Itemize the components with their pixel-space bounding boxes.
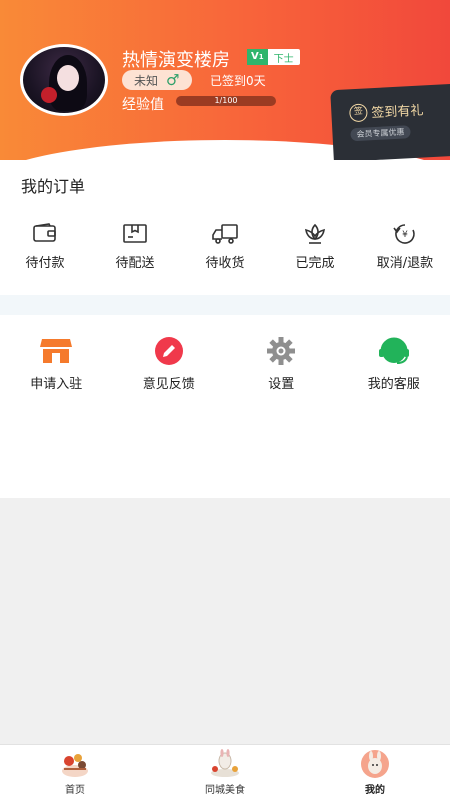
order-label: 待收货 — [205, 256, 245, 271]
wallet-icon — [33, 223, 56, 242]
checkin-title: 签到有礼 — [371, 103, 424, 122]
username: 热情演变楼房 — [122, 50, 230, 71]
tab-food[interactable]: 同城美食 — [150, 745, 300, 800]
food-illustration-icon — [208, 749, 242, 779]
avatar-rose — [41, 87, 57, 103]
tab-label: 同城美食 — [205, 785, 245, 796]
exp-progress-bar: 1/100 — [176, 96, 276, 106]
order-label: 待付款 — [25, 256, 65, 271]
feedback-button[interactable]: 意见反馈 — [113, 337, 226, 392]
services-section: 申请入驻 意见反馈 设置 我的客服 — [0, 315, 450, 498]
tab-mine[interactable]: 我的 — [300, 745, 450, 800]
vip-badge: V1 下士 — [247, 49, 300, 65]
profile-illustration-icon — [358, 749, 392, 779]
order-label: 待配送 — [115, 256, 155, 271]
order-label: 取消/退款 — [376, 256, 434, 271]
gender-text: 未知 — [134, 73, 159, 88]
tab-label: 我的 — [365, 785, 385, 796]
order-cancel-refund[interactable]: ¥ 取消/退款 — [360, 222, 450, 271]
order-status-row: 待付款 待配送 待收货 已完成 ¥ 取消/退款 — [0, 222, 450, 271]
order-pending-delivery[interactable]: 待配送 — [90, 222, 180, 271]
service-label: 我的客服 — [367, 377, 420, 392]
bottom-tab-bar: 首页 同城美食 我的 — [0, 744, 450, 800]
my-orders-section: 我的订单 待付款 待配送 待收货 已完成 ¥ 取消/退款 — [0, 160, 450, 295]
signin-days: 已签到0天 — [210, 74, 266, 88]
checkin-coin-icon: 签 — [348, 102, 368, 122]
refund-icon: ¥ — [393, 224, 415, 244]
order-completed[interactable]: 已完成 — [270, 222, 360, 271]
tab-label: 首页 — [65, 785, 85, 796]
exp-label: 经验值 — [122, 97, 164, 113]
service-label: 申请入驻 — [30, 377, 83, 392]
tab-home[interactable]: 首页 — [0, 745, 150, 800]
home-illustration-icon — [58, 749, 92, 779]
vip-level-mark: V1 — [247, 49, 268, 65]
order-pending-payment[interactable]: 待付款 — [0, 222, 90, 271]
service-label: 设置 — [268, 377, 295, 392]
vip-rank: 下士 — [273, 53, 294, 65]
store-icon — [40, 339, 73, 363]
avatar-face — [57, 65, 79, 91]
customer-service-button[interactable]: 我的客服 — [338, 337, 450, 392]
avatar[interactable] — [20, 44, 108, 116]
settings-button[interactable]: 设置 — [225, 337, 338, 392]
package-icon — [123, 224, 147, 243]
service-label: 意见反馈 — [142, 377, 195, 392]
service-row: 申请入驻 意见反馈 设置 我的客服 — [0, 337, 450, 392]
order-label: 已完成 — [295, 256, 335, 271]
gear-icon — [267, 337, 296, 365]
order-pending-receipt[interactable]: 待收货 — [180, 222, 270, 271]
male-icon: ♂ — [166, 71, 180, 89]
section-divider — [0, 295, 450, 315]
lotus-icon — [305, 223, 325, 244]
vip-level: 1 — [258, 53, 264, 61]
apply-settle-button[interactable]: 申请入驻 — [0, 337, 113, 392]
checkin-subtitle: 会员专属优惠 — [350, 125, 411, 142]
checkin-card[interactable]: 签 签到有礼 会员专属优惠 — [330, 83, 450, 160]
gender-pill: 未知 ♂ — [122, 70, 192, 90]
profile-header: 热情演变楼房 V1 下士 未知 ♂ 已签到0天 经验值 1/100 签 签到有礼… — [0, 0, 450, 160]
pencil-icon — [154, 337, 183, 365]
svg-text:¥: ¥ — [402, 230, 408, 240]
truck-icon — [212, 224, 238, 244]
vip-letter: V — [251, 51, 259, 62]
exp-progress-text: 1/100 — [214, 96, 238, 105]
orders-heading: 我的订单 — [21, 177, 86, 196]
headset-icon — [378, 337, 409, 364]
